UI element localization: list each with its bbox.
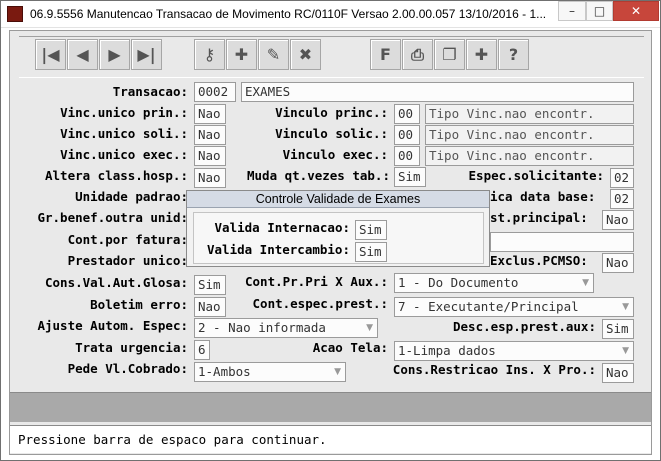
first-record-icon[interactable]: |◀ bbox=[35, 39, 66, 70]
vinculo-princ-code-field[interactable]: 00 bbox=[394, 104, 420, 124]
help-icon[interactable]: ? bbox=[498, 39, 529, 70]
close-button[interactable]: ✕ bbox=[613, 1, 659, 21]
cont-espec-prest-label: Cont.espec.prest.: bbox=[252, 296, 388, 311]
maximize-button[interactable]: □ bbox=[586, 1, 613, 21]
desc-esp-prest-aux-field[interactable]: Sim bbox=[602, 319, 634, 339]
cons-restricao-label: Cons.Restricao Ins. X Pro.: bbox=[392, 362, 596, 377]
exclus-pcmso-label: Exclus.PCMSO: bbox=[490, 253, 588, 268]
first-aid-icon[interactable]: ✚ bbox=[466, 39, 497, 70]
muda-qt-vezes-label: Muda qt.vezes tab.: bbox=[247, 168, 390, 183]
vinc-unico-soli-label: Vinc.unico soli.: bbox=[60, 126, 188, 141]
transacao-label: Transacao: bbox=[112, 84, 188, 99]
valida-internacao-field[interactable]: Sim bbox=[355, 220, 387, 240]
valida-intercambio-label: Valida Intercambio: bbox=[207, 242, 350, 257]
vinculo-solic-desc-field: Tipo Vinc.nao encontr. bbox=[425, 125, 634, 145]
espec-solicitante-field[interactable]: 02 bbox=[610, 168, 634, 188]
unidade-padrao-label: Unidade padrao: bbox=[75, 189, 188, 204]
transacao-name-field[interactable]: EXAMES bbox=[241, 82, 634, 102]
vinculo-princ-label: Vinculo princ.: bbox=[275, 105, 388, 120]
status-bar bbox=[10, 392, 651, 422]
cont-espec-prest-select[interactable]: 7 - Executante/Principal ▼ bbox=[394, 297, 634, 317]
last-record-icon[interactable]: ▶| bbox=[131, 39, 162, 70]
prestador-unico-label: Prestador unico: bbox=[67, 253, 188, 268]
trata-urgencia-field[interactable]: 6 bbox=[194, 340, 210, 360]
cont-por-fatura-label: Cont.por fatura: bbox=[67, 232, 188, 247]
muda-qt-vezes-field[interactable]: Sim bbox=[394, 167, 426, 187]
boletim-erro-field[interactable]: Nao bbox=[194, 297, 226, 317]
valida-intercambio-field[interactable]: Sim bbox=[355, 242, 387, 262]
exclus-pcmso-field[interactable]: Nao bbox=[602, 253, 634, 273]
vinculo-exec-desc-field: Tipo Vinc.nao encontr. bbox=[425, 146, 634, 166]
dialog-title: Controle Validade de Exames bbox=[187, 191, 489, 208]
valida-internacao-label: Valida Internacao: bbox=[214, 220, 350, 235]
next-record-icon[interactable]: ▶ bbox=[99, 39, 130, 70]
add-record-icon[interactable]: ✚ bbox=[226, 39, 257, 70]
vinculo-princ-desc-field: Tipo Vinc.nao encontr. bbox=[425, 104, 634, 124]
edit-record-icon[interactable]: ✎ bbox=[258, 39, 289, 70]
boletim-erro-label: Boletim erro: bbox=[90, 297, 188, 312]
filter-icon[interactable]: F bbox=[370, 39, 401, 70]
espec-solicitante-label: Espec.solicitante: bbox=[468, 168, 604, 183]
st-principal-field[interactable]: Nao bbox=[602, 210, 634, 230]
pede-vl-cobrado-value: 1-Ambos bbox=[198, 364, 251, 379]
chevron-down-icon: ▼ bbox=[334, 367, 341, 377]
trata-urgencia-label: Trata urgencia: bbox=[75, 340, 188, 355]
vinc-unico-soli-field[interactable]: Nao bbox=[194, 125, 226, 145]
pede-vl-cobrado-select[interactable]: 1-Ambos ▼ bbox=[194, 362, 346, 382]
ica-data-base-field[interactable]: 02 bbox=[610, 189, 634, 209]
transacao-code-field[interactable]: 0002 bbox=[194, 82, 236, 102]
ica-data-base-label: ica data base: bbox=[490, 189, 596, 204]
desc-esp-prest-aux-label: Desc.esp.prest.aux: bbox=[453, 319, 596, 334]
cont-por-fatura-extra-field[interactable] bbox=[490, 232, 634, 252]
gr-benef-label: Gr.benef.outra unid: bbox=[37, 210, 188, 225]
copy-icon[interactable]: ❐ bbox=[434, 39, 465, 70]
chevron-down-icon: ▼ bbox=[622, 346, 629, 356]
vinc-unico-prin-field[interactable]: Nao bbox=[194, 104, 226, 124]
acao-tela-select[interactable]: 1-Limpa dados ▼ bbox=[394, 341, 634, 361]
vinculo-solic-code-field[interactable]: 00 bbox=[394, 125, 420, 145]
vinc-unico-prin-label: Vinc.unico prin.: bbox=[60, 105, 188, 120]
vinculo-exec-code-field[interactable]: 00 bbox=[394, 146, 420, 166]
cont-pr-pri-aux-select[interactable]: 1 - Do Documento ▼ bbox=[394, 273, 594, 293]
previous-record-icon[interactable]: ◀ bbox=[67, 39, 98, 70]
pede-vl-cobrado-label: Pede Vl.Cobrado: bbox=[67, 361, 188, 376]
app-icon bbox=[7, 6, 23, 22]
status-message: Pressione barra de espaco para continuar… bbox=[18, 432, 327, 447]
vinc-unico-exec-label: Vinc.unico exec.: bbox=[60, 147, 188, 162]
acao-tela-value: 1-Limpa dados bbox=[398, 343, 496, 358]
minimize-button[interactable]: – bbox=[558, 1, 586, 21]
acao-tela-label: Acao Tela: bbox=[312, 340, 388, 355]
vinc-unico-exec-field[interactable]: Nao bbox=[194, 146, 226, 166]
cons-val-aut-glosa-label: Cons.Val.Aut.Glosa: bbox=[45, 275, 188, 290]
cont-pr-pri-aux-value: 1 - Do Documento bbox=[398, 275, 519, 290]
chevron-down-icon: ▼ bbox=[622, 302, 629, 312]
print-icon[interactable]: ⎙ bbox=[402, 39, 433, 70]
cont-espec-prest-value: 7 - Executante/Principal bbox=[398, 299, 579, 314]
cons-restricao-field[interactable]: Nao bbox=[602, 363, 634, 383]
ajuste-autom-espec-value: 2 - Nao informada bbox=[198, 320, 326, 335]
altera-class-hosp-label: Altera class.hosp.: bbox=[45, 168, 188, 183]
chevron-down-icon: ▼ bbox=[366, 323, 373, 333]
st-principal-label: st.principal: bbox=[490, 210, 588, 225]
chevron-down-icon: ▼ bbox=[582, 278, 589, 288]
search-key-icon[interactable]: ⚷ bbox=[194, 39, 225, 70]
ajuste-autom-espec-select[interactable]: 2 - Nao informada ▼ bbox=[194, 318, 378, 338]
delete-record-icon[interactable]: ✖ bbox=[290, 39, 321, 70]
window-title: 06.9.5556 Manutencao Transacao de Movime… bbox=[30, 7, 547, 21]
vinculo-exec-label: Vinculo exec.: bbox=[282, 147, 388, 162]
ajuste-autom-espec-label: Ajuste Autom. Espec: bbox=[37, 318, 188, 333]
cont-pr-pri-aux-label: Cont.Pr.Pri X Aux.: bbox=[245, 274, 388, 289]
altera-class-hosp-field[interactable]: Nao bbox=[194, 168, 226, 188]
cons-val-aut-glosa-field[interactable]: Sim bbox=[194, 275, 226, 295]
vinculo-solic-label: Vinculo solic.: bbox=[275, 126, 388, 141]
